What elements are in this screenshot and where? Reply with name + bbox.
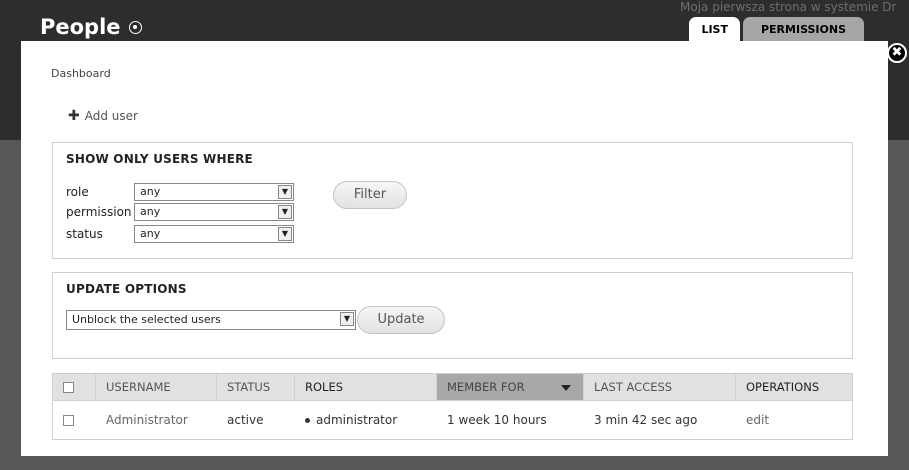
- dropdown-arrow-icon: ▼: [278, 227, 292, 241]
- dropdown-arrow-icon: ▼: [278, 205, 292, 219]
- filter-row-permission: permission any ▼: [66, 203, 294, 221]
- dropdown-arrow-icon: ▼: [278, 185, 292, 199]
- add-user-link[interactable]: ✚ Add user: [68, 108, 138, 124]
- plus-icon: ✚: [68, 108, 80, 124]
- page-title: People: [40, 15, 142, 39]
- column-header-username[interactable]: USERNAME: [96, 374, 217, 400]
- update-options-title: UPDATE OPTIONS: [66, 282, 187, 296]
- filter-title: SHOW ONLY USERS WHERE: [66, 152, 253, 166]
- filter-button[interactable]: Filter: [333, 181, 407, 209]
- row-checkbox[interactable]: [63, 415, 74, 426]
- column-header-member-for-label: MEMBER FOR: [447, 380, 525, 394]
- status-select[interactable]: any ▼: [134, 225, 294, 243]
- update-button[interactable]: Update: [357, 306, 445, 334]
- select-all-checkbox[interactable]: [63, 382, 74, 393]
- users-table: USERNAME STATUS ROLES MEMBER FOR LAST AC…: [52, 373, 853, 440]
- update-action-select[interactable]: Unblock the selected users ▼: [66, 310, 356, 330]
- username-link[interactable]: Administrator: [96, 401, 217, 439]
- sort-descending-icon: [561, 385, 571, 391]
- filter-label-permission: permission: [66, 205, 132, 219]
- overlay-panel: Dashboard ✚ Add user SHOW ONLY USERS WHE…: [21, 41, 888, 456]
- role-select[interactable]: any ▼: [134, 183, 294, 201]
- role-item: administrator: [316, 413, 398, 427]
- edit-link[interactable]: edit: [736, 401, 852, 439]
- filter-label-role: role: [66, 185, 89, 199]
- select-all-cell: [53, 374, 96, 400]
- dropdown-arrow-icon: ▼: [340, 312, 354, 326]
- row-select-cell: [53, 401, 96, 439]
- update-action-select-value: Unblock the selected users: [72, 313, 221, 326]
- table-header: USERNAME STATUS ROLES MEMBER FOR LAST AC…: [53, 374, 852, 401]
- column-header-status[interactable]: STATUS: [217, 374, 295, 400]
- table-row: Administrator active administrator 1 wee…: [53, 401, 852, 439]
- status-select-value: any: [140, 227, 161, 240]
- tab-permissions[interactable]: PERMISSIONS: [742, 17, 864, 41]
- add-shortcut-icon[interactable]: [128, 20, 142, 34]
- column-header-operations: OPERATIONS: [746, 380, 820, 394]
- filter-row-role: role any ▼: [66, 183, 294, 201]
- page-title-text: People: [40, 15, 121, 39]
- permission-select[interactable]: any ▼: [134, 203, 294, 221]
- filter-fieldset: SHOW ONLY USERS WHERE role any ▼ permiss…: [52, 142, 853, 259]
- last-access-cell: 3 min 42 sec ago: [594, 413, 698, 427]
- bullet-icon: [305, 418, 310, 423]
- filter-label-status: status: [66, 227, 103, 241]
- close-overlay-button[interactable]: ✖: [887, 43, 907, 63]
- roles-cell: administrator: [295, 401, 437, 439]
- column-header-last-access[interactable]: LAST ACCESS: [584, 374, 736, 400]
- permission-select-value: any: [140, 205, 161, 218]
- tab-list[interactable]: LIST: [689, 17, 740, 41]
- filter-row-status: status any ▼: [66, 225, 294, 243]
- role-select-value: any: [140, 185, 161, 198]
- column-header-member-for[interactable]: MEMBER FOR: [437, 374, 584, 400]
- overlay-tabs: LIST PERMISSIONS: [689, 17, 864, 41]
- breadcrumb-link-dashboard[interactable]: Dashboard: [51, 67, 111, 80]
- close-icon: ✖: [891, 45, 903, 60]
- update-options-fieldset: UPDATE OPTIONS Unblock the selected user…: [52, 272, 853, 359]
- member-for-cell: 1 week 10 hours: [447, 413, 547, 427]
- add-user-label: Add user: [84, 109, 138, 123]
- background-site-slogan: Moja pierwsza strona w systemie Dr: [680, 0, 897, 14]
- breadcrumb: Dashboard: [51, 67, 111, 80]
- column-header-roles: ROLES: [295, 374, 437, 400]
- status-cell: active: [227, 413, 264, 427]
